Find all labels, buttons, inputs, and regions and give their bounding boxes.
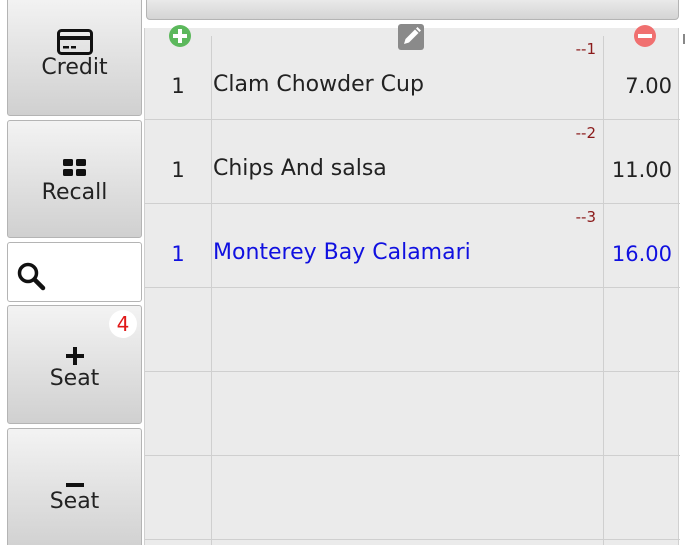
seat-count-badge: 4 [109,310,137,338]
scrollbar[interactable] [683,34,685,44]
credit-button[interactable]: Credit [7,0,142,116]
item-price: 7.00 [625,74,672,98]
empty-order-row[interactable] [145,288,680,372]
item-quantity: 1 [171,242,185,266]
add-seat-button[interactable]: 4 Seat [7,305,142,424]
empty-order-row[interactable] [145,456,680,540]
line-number: --1 [575,40,596,58]
order-item-row[interactable]: --1 1 Clam Chowder Cup 7.00 [145,36,680,120]
order-list: --1 1 Clam Chowder Cup 7.00 --2 1 Chips … [144,24,680,545]
empty-order-row[interactable] [145,372,680,456]
item-quantity: 1 [171,158,185,182]
order-item-row-selected[interactable]: --3 1 Monterey Bay Calamari 16.00 [145,204,680,288]
grid-icon [62,159,87,181]
search-input[interactable] [7,242,142,302]
pos-order-screen: Credit Recall 4 Seat Seat --1 1 Clam Cho… [0,0,687,545]
remove-seat-button[interactable]: Seat [7,428,142,545]
order-header-bar[interactable] [146,0,679,20]
line-number: --2 [575,124,596,142]
order-item-row[interactable]: --2 1 Chips And salsa 11.00 [145,120,680,204]
item-name: Chips And salsa [213,156,387,181]
recall-label: Recall [41,180,108,205]
item-price: 11.00 [611,158,672,182]
item-quantity: 1 [171,74,185,98]
add-seat-label: Seat [49,366,100,391]
item-price: 16.00 [611,242,672,266]
item-name: Clam Chowder Cup [213,72,424,97]
recall-button[interactable]: Recall [7,120,142,238]
search-icon [16,261,46,295]
remove-seat-label: Seat [49,489,100,514]
line-number: --3 [575,208,596,226]
credit-label: Credit [41,55,108,80]
item-name: Monterey Bay Calamari [213,240,471,265]
